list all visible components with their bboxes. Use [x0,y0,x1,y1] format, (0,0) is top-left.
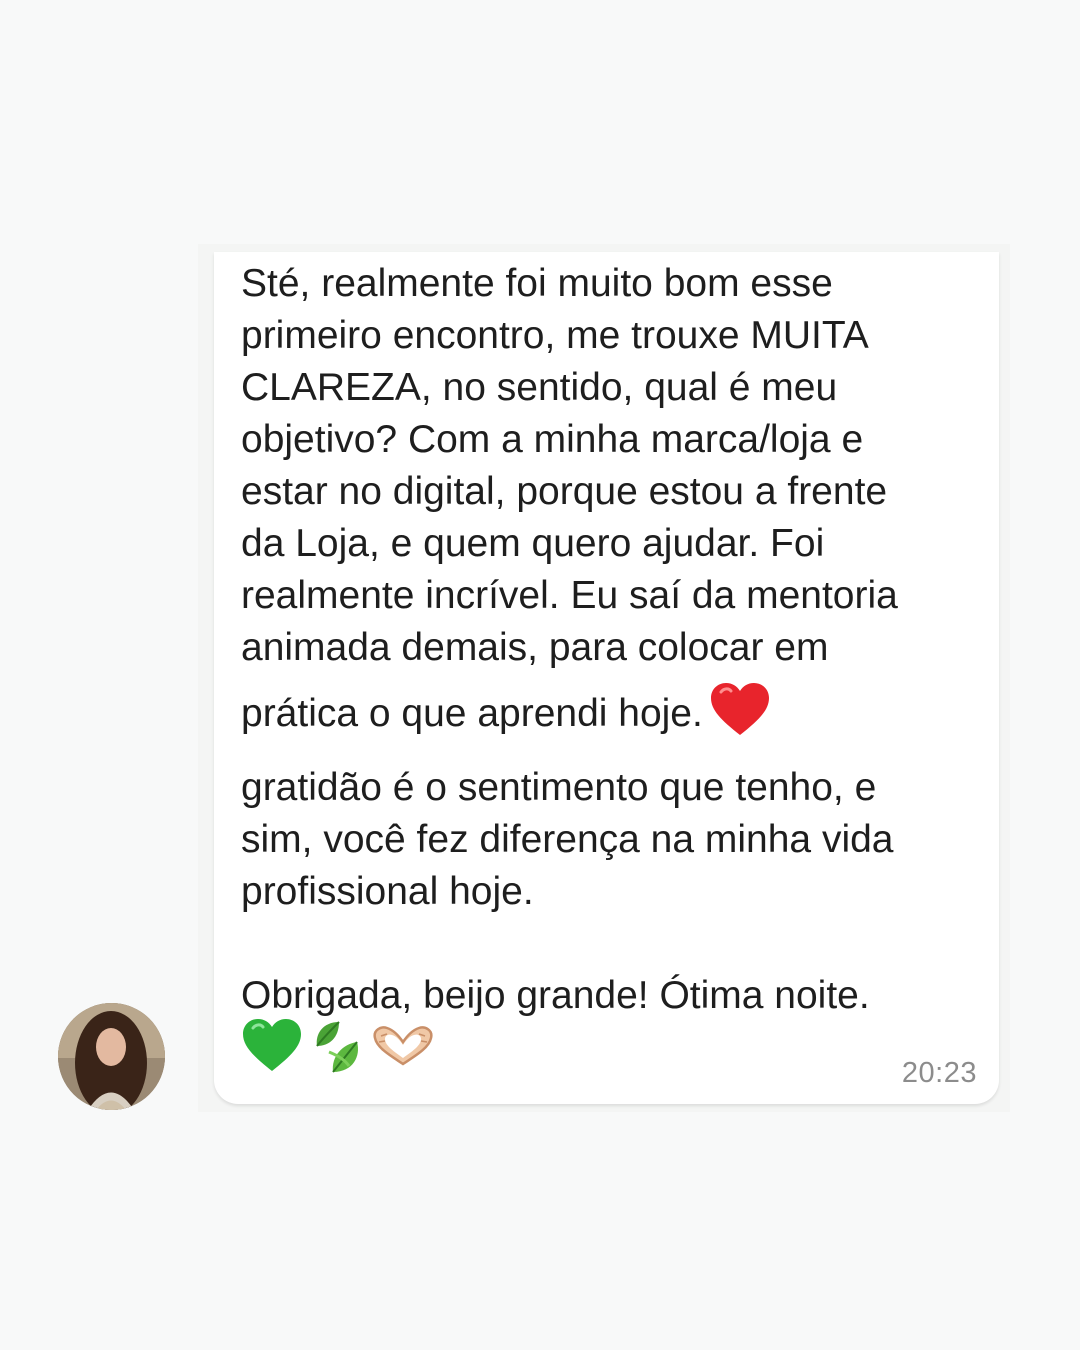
message-line: gratidão é o sentimento que tenho, e [241,766,877,809]
message-line: primeiro encontro, me trouxe MUITA [241,314,869,357]
message-bubble[interactable]: Sté, realmente foi muito bom esse primei… [214,252,999,1104]
message-text: Sté, realmente foi muito bom esse primei… [241,258,981,1022]
message-line: profissional hoje. [241,870,534,913]
message-line: Sté, realmente foi muito bom esse [241,262,833,305]
message-line: estar no digital, porque estou a frente [241,470,888,513]
message-line: CLAREZA, no sentido, qual é meu [241,366,838,409]
sender-avatar[interactable] [58,1003,165,1110]
message-line: sim, você fez diferença na minha vida [241,818,894,861]
message-line-with-emoji: prática o que aprendi hoje. [241,678,981,762]
emoji-row [241,1014,435,1078]
avatar-photo [58,1003,165,1110]
red-heart-icon [709,682,771,762]
message-line: objetivo? Com a minha marca/loja e [241,418,864,461]
message-line: animada demais, para colocar em [241,626,829,669]
message-line: prática o que aprendi hoje. [241,692,703,735]
message-line: realmente incrível. Eu saí da mentoria [241,574,898,617]
leaves-icon [316,1021,358,1073]
green-heart-icon [243,1019,301,1071]
message-line: da Loja, e quem quero ajudar. Foi [241,522,825,565]
message-timestamp: 20:23 [901,1057,977,1089]
heart-hands-icon [373,1026,433,1066]
